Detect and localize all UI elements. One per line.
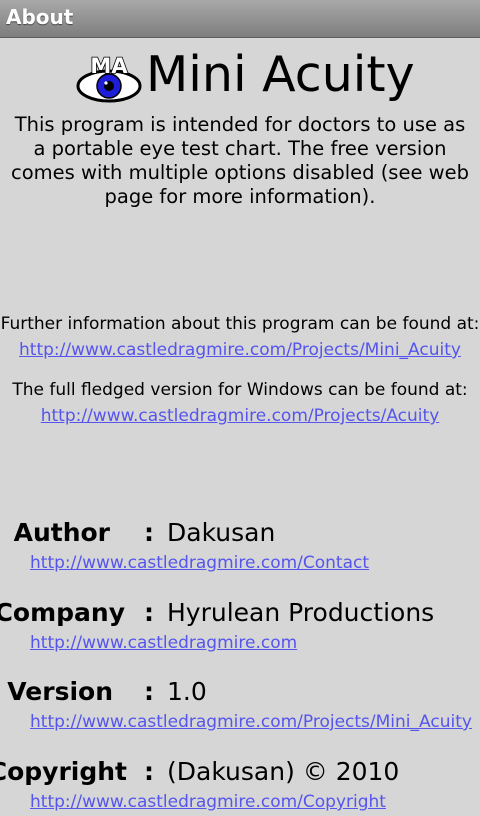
app-name: Mini Acuity xyxy=(146,46,415,103)
field-label: Version xyxy=(7,677,113,706)
logo-letters: MA xyxy=(90,54,128,78)
info-label: Further information about this program c… xyxy=(0,314,480,334)
field-value: Hyrulean Productions xyxy=(167,598,435,627)
info-section-mini-acuity: Further information about this program c… xyxy=(0,312,480,362)
field-label: Company xyxy=(0,598,125,627)
author-field: Author : Dakusan http://www.castledragmi… xyxy=(0,517,480,577)
version-project-link[interactable]: http://www.castledragmire.com/Projects/M… xyxy=(30,711,472,733)
field-separator: : xyxy=(144,518,154,547)
field-label: Copyright xyxy=(0,757,127,786)
version-field: Version : 1.0 http://www.castledragmire.… xyxy=(0,676,480,736)
app-header: MA Mini Acuity xyxy=(0,44,480,108)
eye-logo-icon: MA xyxy=(76,53,142,103)
homepage-link[interactable]: http://www.castledragmire.com xyxy=(30,632,297,654)
field-separator: : xyxy=(144,677,154,706)
field-value: (Dakusan) © 2010 xyxy=(167,757,400,786)
company-field: Company : Hyrulean Productions http://ww… xyxy=(0,597,480,657)
title-bar: About xyxy=(0,0,480,38)
info-section-windows-version: The full fledged version for Windows can… xyxy=(0,378,480,428)
field-label: Author xyxy=(13,518,110,547)
copyright-link[interactable]: http://www.castledragmire.com/Copyright xyxy=(30,791,386,813)
info-label: The full fledged version for Windows can… xyxy=(12,380,468,400)
field-separator: : xyxy=(144,757,154,786)
acuity-project-link[interactable]: http://www.castledragmire.com/Projects/A… xyxy=(0,404,480,428)
field-value: Dakusan xyxy=(167,518,276,547)
copyright-field: Copyright : (Dakusan) © 2010 http://www.… xyxy=(0,756,480,816)
field-value: 1.0 xyxy=(167,677,207,706)
window-title: About xyxy=(6,5,74,29)
app-description: This program is intended for doctors to … xyxy=(11,113,469,208)
contact-link[interactable]: http://www.castledragmire.com/Contact xyxy=(30,552,369,574)
field-separator: : xyxy=(144,598,154,627)
mini-acuity-project-link[interactable]: http://www.castledragmire.com/Projects/M… xyxy=(0,338,480,362)
